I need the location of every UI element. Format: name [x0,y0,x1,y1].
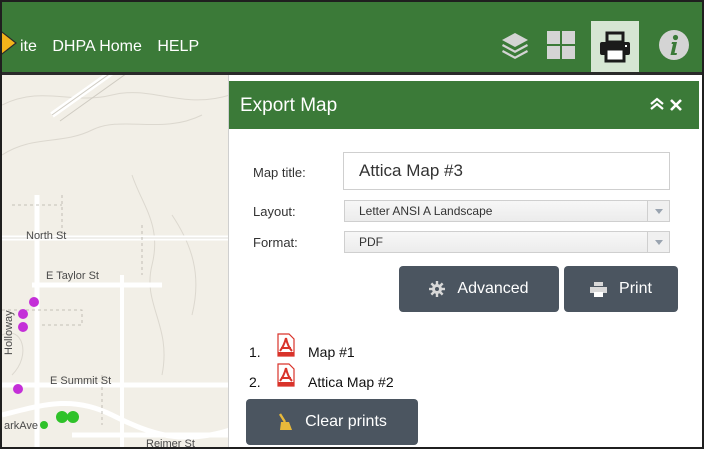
nav-link-help[interactable]: HELP [157,38,199,55]
print-button-label: Print [619,280,652,297]
print-result-number: 1. [249,344,261,360]
map-view[interactable]: North St E Taylor St Holloway E Summit S… [2,75,230,449]
map-marker [40,421,48,429]
advanced-button[interactable]: Advanced [399,266,559,312]
printer-icon [590,281,608,297]
clear-prints-button[interactable]: Clear prints [246,399,418,445]
gear-icon [429,281,446,297]
chevron-down-icon[interactable] [647,201,669,221]
map-marker [56,411,68,423]
close-icon[interactable] [669,92,683,118]
chevron-down-icon[interactable] [647,232,669,252]
app-window: ite DHPA Home HELP North St E Taylor St … [0,0,704,449]
street-label: Reimer St [146,438,195,449]
map-title-label: Map title: [253,165,306,180]
street-label: North St [26,230,67,242]
map-marker [13,384,23,394]
map-marker [67,411,79,423]
grid-icon[interactable] [541,25,581,65]
map-title-input[interactable]: Attica Map #3 [343,152,670,190]
advanced-button-label: Advanced [457,280,529,297]
street-label: E Summit St [50,375,112,387]
nav-link-dhpa-home[interactable]: DHPA Home [52,38,142,55]
nav-links: ite DHPA Home HELP [20,38,210,56]
info-icon[interactable] [654,25,694,65]
pdf-icon [276,333,296,360]
layout-select[interactable]: Letter ANSI A Landscape [344,200,670,222]
top-navbar: ite DHPA Home HELP [2,2,702,72]
format-select[interactable]: PDF [344,231,670,253]
print-result-link[interactable]: Attica Map #2 [308,374,394,390]
map-marker [29,297,39,307]
clear-prints-label: Clear prints [305,413,387,430]
collapse-icon[interactable] [649,95,665,116]
export-map-panel: Export Map Map title: Attica Map #3 Layo… [228,75,699,447]
layers-icon[interactable] [495,25,535,65]
street-label: arkAve [4,420,39,432]
street-label: E Taylor St [46,270,99,282]
print-result-number: 2. [249,374,261,390]
print-icon[interactable] [591,21,639,72]
broom-icon [279,413,293,430]
pdf-icon [276,363,296,390]
layout-select-value: Letter ANSI A Landscape [359,204,493,218]
nav-link-site[interactable]: ite [20,38,37,55]
panel-header: Export Map [229,81,699,129]
panel-title: Export Map [240,95,338,116]
layout-label: Layout: [253,204,296,219]
print-button[interactable]: Print [564,266,678,312]
map-marker [18,309,28,319]
print-result-link[interactable]: Map #1 [308,344,355,360]
map-marker [18,322,28,332]
street-label: Holloway [3,310,15,355]
format-label: Format: [253,235,298,250]
format-select-value: PDF [359,235,383,249]
nav-arrow-icon[interactable] [2,32,15,54]
